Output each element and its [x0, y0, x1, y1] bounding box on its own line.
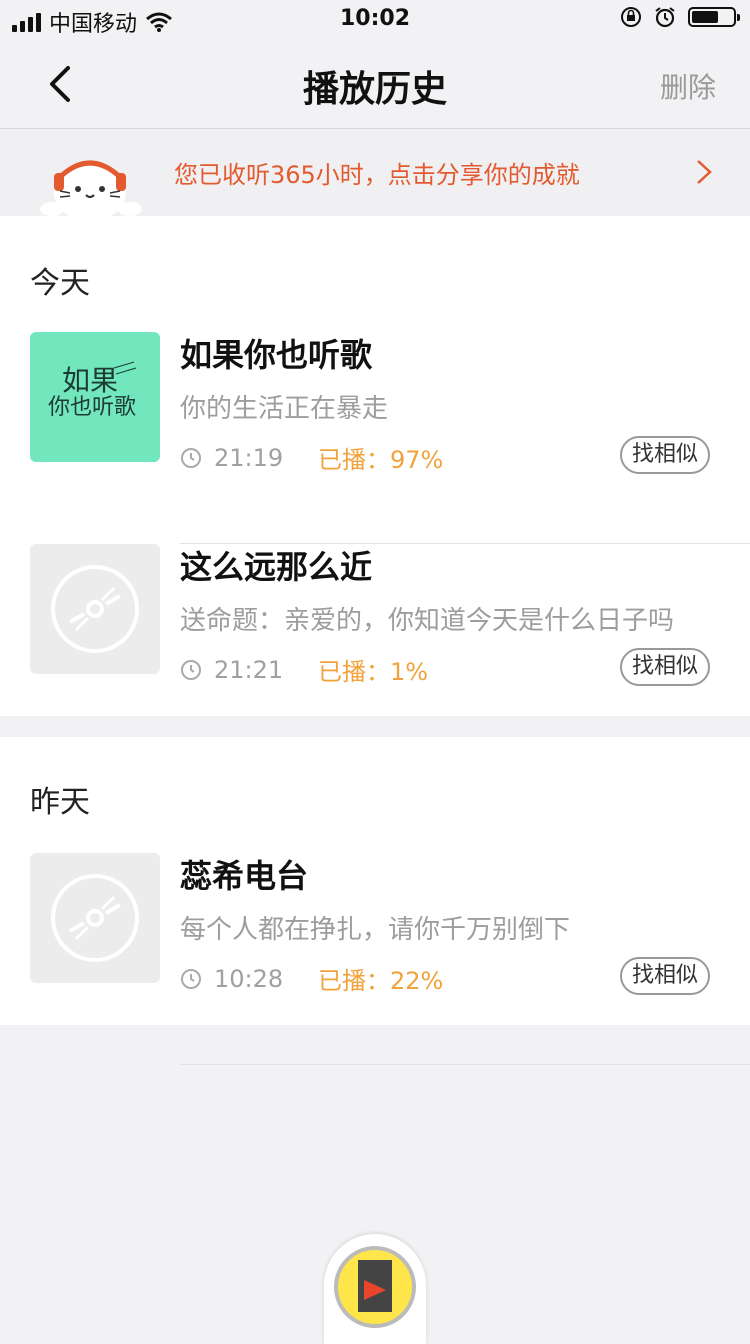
- mini-player[interactable]: [324, 1234, 426, 1344]
- duration-text: 21:19: [214, 443, 284, 472]
- item-meta: 21:19 已播：97%: [180, 440, 443, 475]
- duration-text: 10:28: [214, 964, 284, 993]
- item-meta: 10:28 已播：22%: [180, 961, 443, 996]
- battery-icon: [688, 7, 740, 27]
- clock-icon: [181, 968, 201, 989]
- program-description: 送命题：亲爱的，你知道今天是什么日子吗: [180, 606, 675, 636]
- now-playing-cover-icon: [358, 1260, 392, 1312]
- history-item[interactable]: 蕊希电台 每个人都在挣扎，请你千万别倒下 10:28 已播：22% 找相似: [0, 853, 750, 1065]
- program-description: 每个人都在挣扎，请你千万别倒下: [180, 915, 571, 945]
- cover-title-line2: 你也听歌: [48, 395, 136, 420]
- now-playing-disc[interactable]: [334, 1246, 416, 1328]
- program-description: 你的生活正在暴走: [180, 394, 389, 424]
- program-title: 如果你也听歌: [180, 336, 373, 374]
- clock-icon: [181, 659, 201, 680]
- achievement-text: 您已收听365小时，点击分享你的成就: [174, 161, 580, 189]
- history-item[interactable]: 这么远那么近 送命题：亲爱的，你知道今天是什么日子吗 21:21 已播：1% 找…: [0, 544, 750, 756]
- nav-bar: 播放历史 删除: [0, 40, 750, 129]
- disc-placeholder-icon: [51, 565, 139, 653]
- played-progress: 已播：97%: [318, 446, 444, 474]
- program-title: 蕊希电台: [180, 857, 309, 895]
- page-title: 播放历史: [302, 69, 447, 110]
- clock-icon: [181, 447, 201, 468]
- played-progress: 已播：1%: [318, 658, 429, 686]
- rotation-lock-icon: [621, 7, 641, 27]
- cat-mascot-icon: [40, 160, 142, 217]
- find-similar-button[interactable]: 找相似: [619, 436, 710, 474]
- delete-button[interactable]: 删除: [660, 66, 716, 106]
- album-cover-placeholder: [30, 853, 160, 983]
- chevron-right-icon: [697, 160, 712, 184]
- album-cover-placeholder: [30, 544, 160, 674]
- disc-placeholder-icon: [51, 874, 139, 962]
- status-bar: 中国移动 10:02: [0, 0, 750, 40]
- alarm-icon: [655, 7, 675, 28]
- album-cover-art: 如果 你也听歌: [48, 361, 137, 420]
- cover-title-line1: 如果: [62, 364, 118, 397]
- section-yesterday: 昨天 蕊希电台 每个人都在挣扎，请你千万别倒下 10:28 已播：22% 找相似: [0, 737, 750, 1065]
- find-similar-button[interactable]: 找相似: [619, 648, 710, 686]
- history-item[interactable]: 如果 你也听歌 如果你也听歌 你的生活正在暴走 21:19 已播：97% 找相似: [0, 332, 750, 544]
- status-right: [620, 6, 740, 28]
- section-title: 昨天: [30, 785, 90, 820]
- item-meta: 21:21 已播：1%: [180, 652, 428, 687]
- played-progress: 已播：22%: [318, 967, 444, 995]
- find-similar-button[interactable]: 找相似: [619, 957, 710, 995]
- divider: [180, 1064, 750, 1065]
- duration-text: 21:21: [214, 655, 284, 684]
- program-title: 这么远那么近: [180, 548, 373, 586]
- section-title: 今天: [30, 266, 90, 301]
- album-cover: 如果 你也听歌: [30, 332, 160, 462]
- achievement-banner[interactable]: 您已收听365小时，点击分享你的成就: [0, 129, 750, 217]
- section-today: 今天 如果 你也听歌 如果你也听歌 你的生活正在暴走 21:19 已播：97% …: [0, 216, 750, 756]
